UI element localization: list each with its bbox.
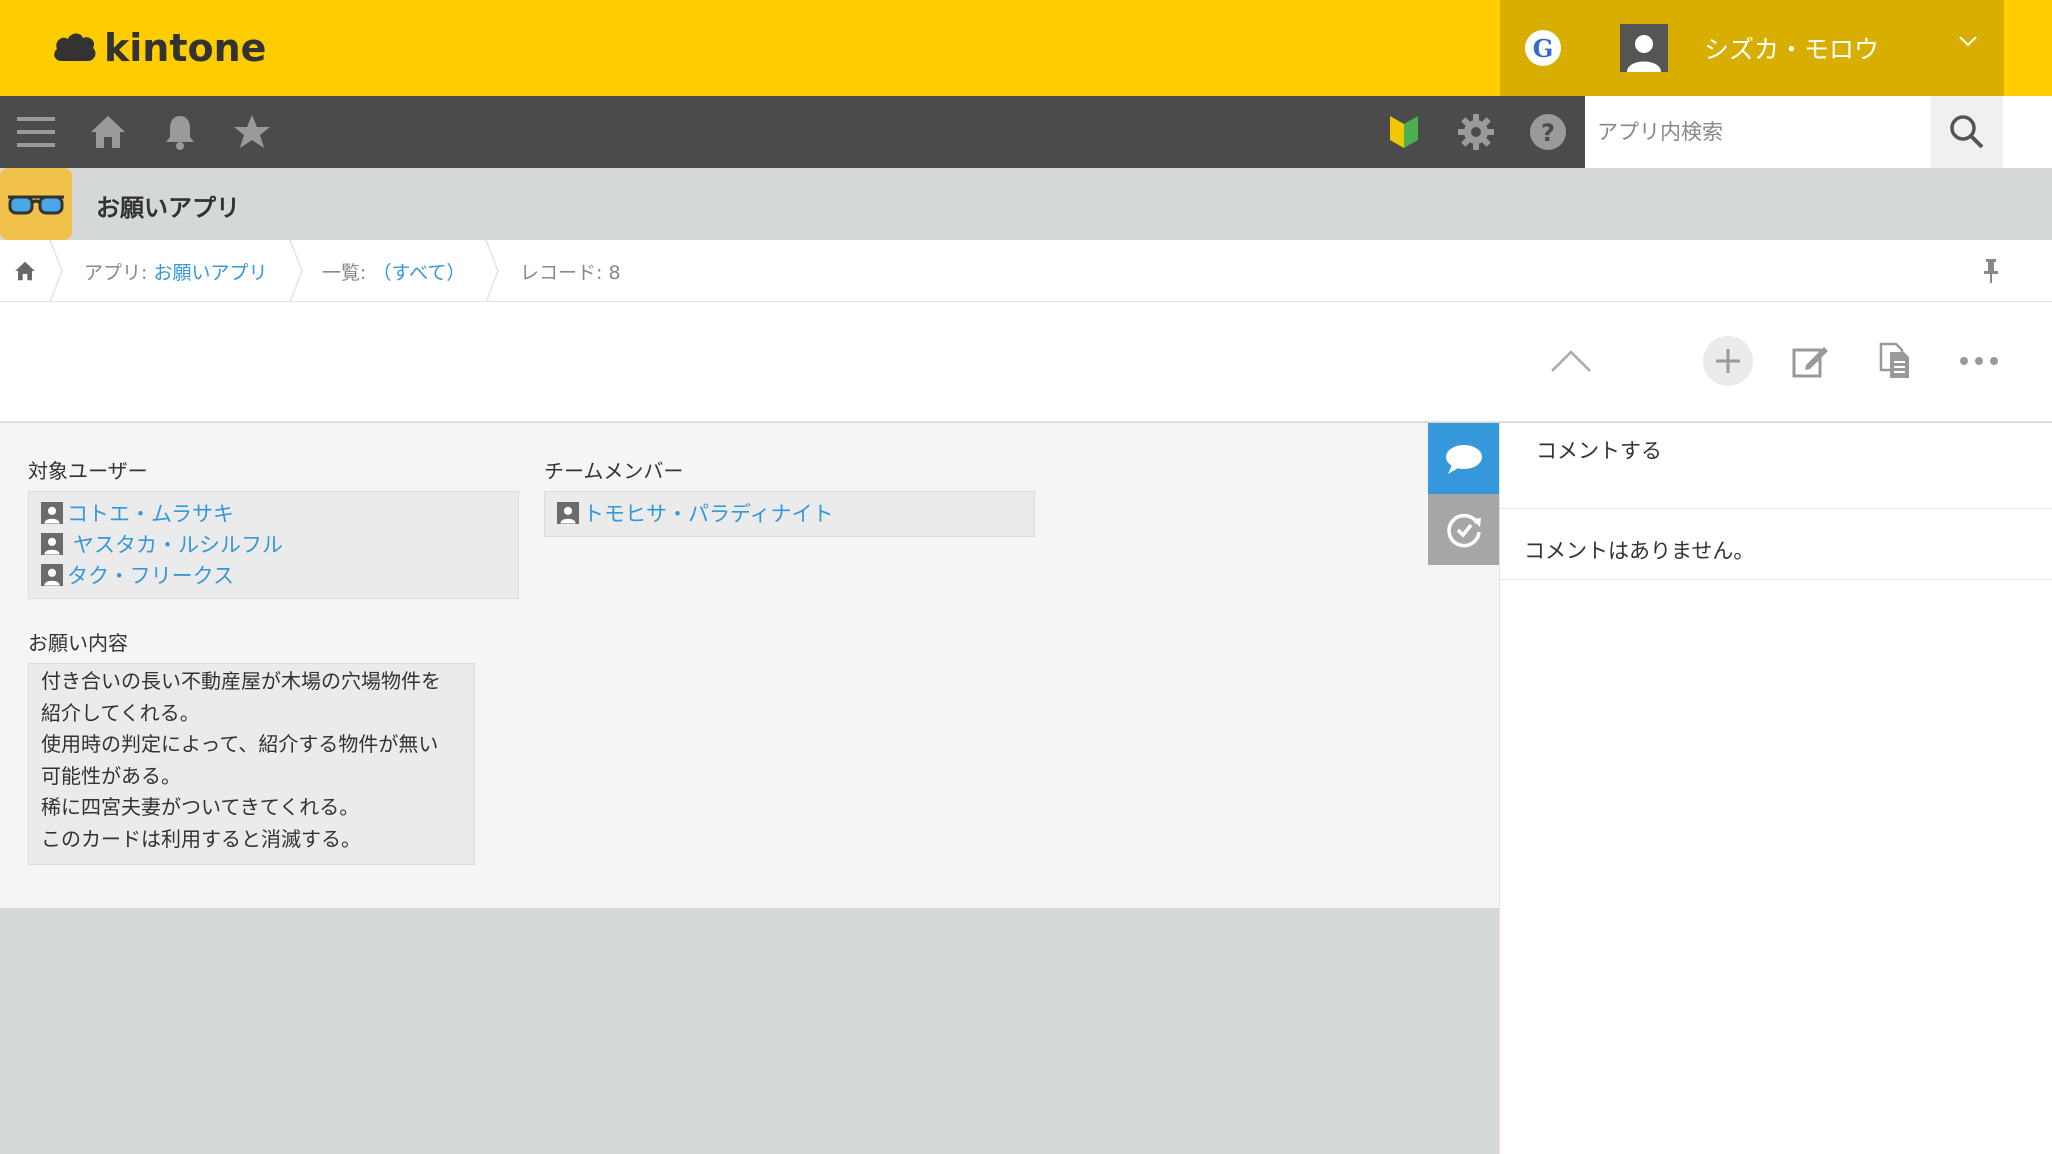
document-copy-icon — [1879, 342, 1909, 378]
comment-input[interactable]: コメントする — [1500, 423, 2052, 509]
search-input[interactable] — [1585, 96, 1931, 168]
comment-placeholder: コメントする — [1536, 439, 1662, 463]
breadcrumb-separator — [485, 240, 499, 302]
more-options-button[interactable] — [1954, 336, 2004, 386]
g-icon: G — [1525, 30, 1561, 66]
star-icon[interactable] — [232, 112, 272, 152]
user-link[interactable]: トモヒサ・パラディナイト — [583, 498, 834, 528]
breadcrumb-app-link[interactable]: お願いアプリ — [153, 258, 267, 285]
chevron-down-icon — [1959, 36, 1977, 47]
add-record-button[interactable] — [1703, 336, 1753, 386]
edit-icon — [1792, 347, 1828, 378]
breadcrumb-app: アプリ: お願いアプリ — [84, 240, 267, 302]
history-tab[interactable] — [1428, 494, 1499, 565]
request-text-line: 紹介してくれる。 — [41, 700, 200, 725]
glasses-icon — [8, 195, 64, 215]
record-toolbar — [0, 302, 2052, 422]
no-comments-message: コメントはありません。 — [1524, 539, 1755, 563]
home-icon — [15, 261, 35, 281]
user-icon — [557, 501, 579, 524]
user-name: シズカ・モロウ — [1704, 35, 1880, 64]
target-users-label: 対象ユーザー — [28, 459, 148, 483]
user-menu[interactable]: シズカ・モロウ — [1586, 0, 2004, 96]
svg-text:?: ? — [1541, 119, 1555, 147]
home-icon[interactable] — [88, 112, 128, 152]
request-content-field: 付き合いの長い不動産屋が木場の穴場物件を 紹介してくれる。 使用時の判定によって… — [28, 663, 475, 865]
breadcrumb-home[interactable] — [14, 240, 36, 302]
request-text-line: 使用時の判定によって、紹介する物件が無い — [41, 732, 439, 756]
comments-panel: コメントする コメントはありません。 — [1499, 423, 2052, 1154]
comments-tab[interactable] — [1428, 423, 1499, 494]
user-list-item[interactable]: ヤスタカ・ルシルフル — [41, 528, 506, 559]
gear-icon[interactable] — [1456, 112, 1496, 152]
request-content-label: お願い内容 — [28, 631, 128, 655]
person-icon — [1627, 35, 1661, 72]
search-button[interactable] — [1931, 96, 2003, 168]
breadcrumb-record: レコード: 8 — [520, 261, 621, 284]
user-icon — [41, 532, 63, 555]
user-icon — [41, 501, 63, 524]
app-header: お願いアプリ — [0, 168, 2052, 240]
duplicate-record-button[interactable] — [1870, 336, 1920, 386]
page-title: お願いアプリ — [96, 194, 240, 222]
breadcrumb: アプリ: お願いアプリ 一覧: （すべて） レコード: 8 — [0, 240, 2052, 302]
beginner-mark-icon[interactable] — [1384, 112, 1424, 152]
divider — [1500, 579, 2052, 580]
user-link[interactable]: タク・フリークス — [67, 560, 234, 590]
chevron-up-icon — [1551, 350, 1591, 372]
help-icon[interactable]: ? — [1528, 112, 1568, 152]
team-members-field: トモヒサ・パラディナイト — [544, 491, 1035, 537]
breadcrumb-view-prefix: 一覧: — [322, 261, 373, 284]
record-detail: 対象ユーザー コトエ・ムラサキ ヤスタカ・ルシルフル タク・フリークス チームメ… — [0, 423, 1499, 908]
top-header: kintone G シズカ・モロウ — [0, 0, 2052, 96]
breadcrumb-view: 一覧: （すべて） — [322, 240, 465, 302]
request-text-line: 稀に四宮夫妻がついてきてくれる。 — [41, 795, 360, 819]
user-list-item[interactable]: タク・フリークス — [41, 559, 506, 590]
user-link[interactable]: コトエ・ムラサキ — [67, 498, 234, 528]
more-icon — [1960, 357, 1998, 365]
request-text-line: 可能性がある。 — [41, 763, 181, 788]
pin-icon — [1984, 259, 1998, 283]
app-icon[interactable] — [0, 168, 72, 240]
breadcrumb-app-prefix: アプリ: — [84, 261, 154, 284]
search-icon — [1950, 115, 1984, 149]
app-search — [1585, 96, 2052, 168]
g-button[interactable]: G — [1500, 0, 1586, 96]
cloud-logo-icon — [54, 33, 96, 61]
avatar — [1620, 24, 1668, 72]
plus-icon — [1716, 349, 1740, 373]
team-members-label: チームメンバー — [544, 459, 684, 483]
kintone-logo[interactable]: kintone — [52, 26, 266, 70]
breadcrumb-separator — [49, 240, 63, 302]
brand-name: kintone — [104, 26, 267, 70]
bell-icon[interactable] — [160, 112, 200, 152]
user-list-item[interactable]: トモヒサ・パラディナイト — [557, 497, 1022, 528]
history-icon — [1446, 513, 1481, 547]
user-icon — [41, 563, 63, 586]
user-link[interactable]: ヤスタカ・ルシルフル — [73, 529, 283, 559]
target-users-field: コトエ・ムラサキ ヤスタカ・ルシルフル タク・フリークス — [28, 491, 519, 599]
request-text-line: 付き合いの長い不動産屋が木場の穴場物件を — [41, 669, 441, 693]
speech-bubble-icon — [1445, 444, 1482, 474]
breadcrumb-separator — [289, 240, 303, 302]
breadcrumb-view-link[interactable]: （すべて） — [372, 258, 465, 285]
menu-icon[interactable] — [16, 112, 56, 152]
edit-record-button[interactable] — [1786, 336, 1836, 386]
user-list-item[interactable]: コトエ・ムラサキ — [41, 497, 506, 528]
collapse-button[interactable] — [1546, 336, 1596, 386]
pin-button[interactable] — [1982, 240, 2000, 302]
request-text-line: このカードは利用すると消滅する。 — [41, 826, 361, 851]
